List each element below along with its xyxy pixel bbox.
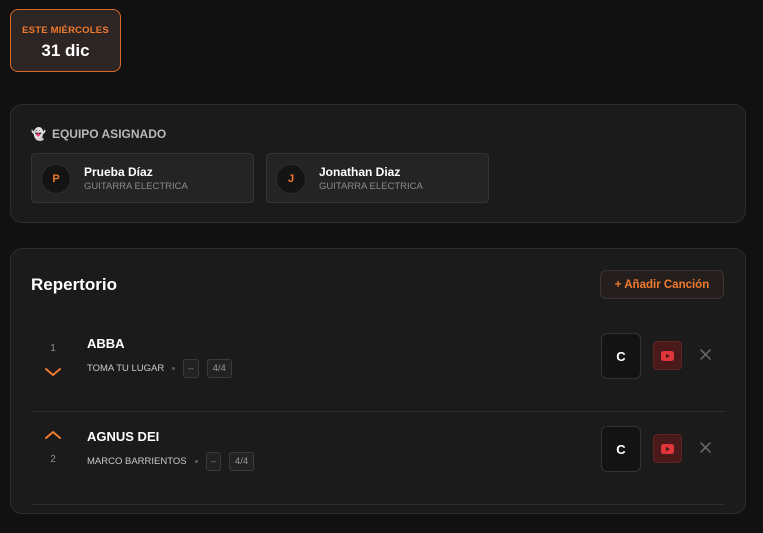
song-key-button[interactable]: C bbox=[601, 333, 641, 379]
team-member-card[interactable]: P Prueba Díaz GUITARRA ELECTRICA bbox=[31, 153, 254, 203]
bpm-chip: -- bbox=[183, 359, 199, 378]
team-panel: 👻 EQUIPO ASIGNADO P Prueba Díaz GUITARRA… bbox=[10, 104, 746, 223]
member-name: Jonathan Diaz bbox=[319, 165, 401, 179]
song-number: 1 bbox=[50, 343, 56, 354]
separator-dot bbox=[172, 367, 176, 370]
avatar: J bbox=[276, 164, 306, 194]
date-badge: ESTE MIÉRCOLES 31 dic bbox=[10, 9, 121, 72]
time-signature-chip: 4/4 bbox=[206, 359, 232, 378]
youtube-button[interactable] bbox=[653, 434, 682, 463]
repertoire-panel: Repertorio + Añadir Canción 1 ABBA TOMA … bbox=[10, 248, 746, 514]
member-name: Prueba Díaz bbox=[84, 165, 153, 179]
song-number: 2 bbox=[50, 454, 56, 465]
time-signature-chip: 4/4 bbox=[228, 452, 255, 471]
youtube-button[interactable] bbox=[653, 341, 682, 370]
avatar: P bbox=[41, 164, 71, 194]
song-title: AGNUS DEI bbox=[87, 429, 160, 444]
date-weekday-label: ESTE MIÉRCOLES bbox=[22, 25, 109, 36]
song-artist: TOMA TU LUGAR bbox=[87, 363, 165, 374]
youtube-icon bbox=[661, 443, 674, 454]
move-down-icon[interactable] bbox=[44, 366, 62, 378]
song-meta: MARCO BARRIENTOS -- 4/4 bbox=[87, 452, 255, 471]
move-up-icon[interactable] bbox=[44, 429, 62, 441]
member-role: GUITARRA ELECTRICA bbox=[84, 181, 188, 192]
close-icon bbox=[699, 441, 711, 453]
team-heading: 👻 EQUIPO ASIGNADO bbox=[31, 127, 166, 141]
song-key-button[interactable]: C bbox=[601, 426, 641, 472]
youtube-icon bbox=[661, 350, 674, 361]
remove-song-button[interactable] bbox=[697, 439, 713, 455]
song-artist: MARCO BARRIENTOS bbox=[87, 456, 187, 467]
date-value: 31 dic bbox=[41, 41, 90, 60]
song-row[interactable]: 1 ABBA TOMA TU LUGAR -- 4/4 C bbox=[31, 319, 725, 412]
team-member-card[interactable]: J Jonathan Diaz GUITARRA ELECTRICA bbox=[266, 153, 489, 203]
team-title: EQUIPO ASIGNADO bbox=[51, 127, 167, 141]
repertoire-title: Repertorio bbox=[31, 275, 117, 294]
member-role: GUITARRA ELECTRICA bbox=[319, 181, 423, 192]
ghost-icon: 👻 bbox=[31, 127, 46, 141]
add-song-button[interactable]: + Añadir Canción bbox=[600, 270, 724, 299]
song-title: ABBA bbox=[87, 336, 125, 351]
song-meta: TOMA TU LUGAR -- 4/4 bbox=[87, 359, 232, 378]
song-row[interactable]: 2 AGNUS DEI MARCO BARRIENTOS -- 4/4 C bbox=[31, 412, 725, 505]
bpm-chip: -- bbox=[205, 452, 221, 471]
remove-song-button[interactable] bbox=[697, 346, 713, 362]
separator-dot bbox=[194, 460, 198, 463]
close-icon bbox=[699, 348, 711, 360]
